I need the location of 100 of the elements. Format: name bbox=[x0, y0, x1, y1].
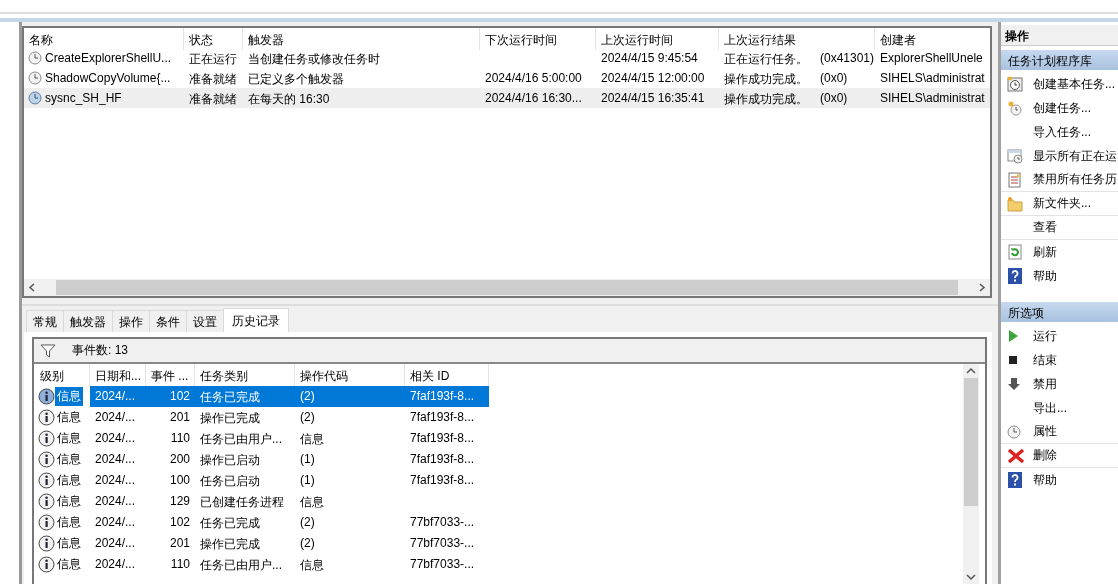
column-header[interactable]: 级别 bbox=[36, 364, 90, 386]
help-icon bbox=[1007, 268, 1023, 284]
action-link[interactable]: 查看 bbox=[1033, 219, 1057, 236]
action-link[interactable]: 创建基本任务... bbox=[1033, 75, 1115, 93]
action-link[interactable]: 帮助 bbox=[1033, 471, 1057, 489]
task-trigger: 已定义多个触发器 bbox=[248, 72, 344, 86]
related-id: 7faf193f-8... bbox=[410, 410, 475, 424]
info-icon bbox=[38, 451, 55, 468]
event-level[interactable]: 信息 bbox=[55, 408, 83, 427]
pane-title: 操作 bbox=[1001, 25, 1118, 46]
clock-icon bbox=[28, 91, 42, 105]
action-link[interactable]: 显示所有正在运 bbox=[1033, 147, 1117, 165]
related-id: 77bf7033-... bbox=[410, 557, 475, 571]
related-id: 77bf7033-... bbox=[410, 536, 475, 550]
event-level[interactable]: 信息 bbox=[55, 387, 83, 406]
last-run-time: 2024/4/15 12:00:00 bbox=[601, 71, 705, 85]
action-link[interactable]: 导出... bbox=[1033, 399, 1067, 417]
event-level[interactable]: 信息 bbox=[55, 429, 83, 448]
event-id: 102 bbox=[169, 389, 190, 403]
column-header[interactable]: 触发器 bbox=[243, 28, 480, 50]
info-icon bbox=[38, 556, 55, 573]
window-clock-icon bbox=[1007, 148, 1023, 164]
task-category: 任务已完成 bbox=[200, 390, 260, 404]
task-trigger: 当创建任务或修改任务时 bbox=[248, 52, 380, 66]
operation-code: (2) bbox=[300, 389, 315, 403]
tab[interactable]: 常规 bbox=[26, 310, 64, 332]
task-status: 准备就绪 bbox=[189, 72, 237, 86]
result-code: (0x41301) bbox=[820, 51, 875, 65]
task-author: ExplorerShellUnele bbox=[880, 51, 983, 65]
column-header[interactable]: 创建者 bbox=[875, 28, 990, 50]
event-date: 2024/... bbox=[95, 410, 136, 424]
task-name[interactable]: ShadowCopyVolume{... bbox=[45, 71, 171, 85]
action-link[interactable]: 禁用所有任务历 bbox=[1033, 171, 1117, 188]
column-header[interactable]: 上次运行结果 bbox=[719, 28, 875, 50]
event-id: 201 bbox=[169, 536, 190, 550]
tab[interactable]: 历史记录 bbox=[223, 308, 289, 332]
task-category: 操作已完成 bbox=[200, 411, 260, 425]
column-header[interactable]: 上次运行时间 bbox=[596, 28, 719, 50]
event-date: 2024/... bbox=[95, 494, 136, 508]
info-icon bbox=[38, 388, 55, 405]
action-link[interactable]: 新文件夹... bbox=[1033, 195, 1091, 212]
event-level[interactable]: 信息 bbox=[55, 555, 83, 574]
action-link[interactable]: 禁用 bbox=[1033, 375, 1057, 393]
info-icon bbox=[38, 409, 55, 426]
info-icon bbox=[38, 493, 55, 510]
action-link[interactable]: 帮助 bbox=[1033, 267, 1057, 285]
operation-code: (2) bbox=[300, 515, 315, 529]
column-header[interactable]: 状态 bbox=[184, 28, 243, 50]
last-run-result: 正在运行任务。 bbox=[724, 51, 808, 65]
related-id: 77bf7033-... bbox=[410, 515, 475, 529]
action-link[interactable]: 刷新 bbox=[1033, 243, 1057, 261]
action-link[interactable]: 运行 bbox=[1033, 327, 1057, 345]
horizontal-scrollbar[interactable] bbox=[24, 279, 990, 296]
event-level[interactable]: 信息 bbox=[55, 471, 83, 490]
task-status: 准备就绪 bbox=[189, 92, 237, 106]
section-header[interactable]: 任务计划程序库 bbox=[1001, 50, 1118, 70]
task-category: 任务已由用户... bbox=[200, 558, 282, 572]
operation-code: (2) bbox=[300, 536, 315, 550]
action-link[interactable]: 删除 bbox=[1033, 447, 1057, 464]
action-link[interactable]: 导入任务... bbox=[1033, 123, 1091, 141]
event-level[interactable]: 信息 bbox=[55, 534, 83, 553]
column-header[interactable]: 名称 bbox=[24, 28, 184, 50]
event-level[interactable]: 信息 bbox=[55, 492, 83, 511]
related-id: 7faf193f-8... bbox=[410, 473, 475, 487]
operation-code: (1) bbox=[300, 473, 315, 487]
calendar-clock-icon bbox=[1007, 76, 1023, 92]
event-id: 200 bbox=[169, 452, 190, 466]
event-date: 2024/... bbox=[95, 452, 136, 466]
operation-code: (1) bbox=[300, 452, 315, 466]
task-category: 任务已启动 bbox=[200, 474, 260, 488]
last-run-time: 2024/4/15 9:45:54 bbox=[601, 51, 698, 65]
event-level[interactable]: 信息 bbox=[55, 513, 83, 532]
event-level[interactable]: 信息 bbox=[55, 450, 83, 469]
task-category: 任务已由用户... bbox=[200, 432, 282, 446]
event-count: 事件数: 13 bbox=[72, 342, 128, 359]
event-id: 110 bbox=[170, 431, 190, 445]
clock-icon bbox=[28, 51, 42, 65]
section-header[interactable]: 所选项 bbox=[1001, 302, 1118, 322]
event-id: 110 bbox=[170, 557, 190, 571]
task-category: 任务已完成 bbox=[200, 516, 260, 530]
last-run-time: 2024/4/15 16:35:41 bbox=[601, 91, 705, 105]
task-author: SIHELS\administrat bbox=[880, 91, 985, 105]
result-code: (0x0) bbox=[820, 71, 848, 85]
event-id: 102 bbox=[169, 515, 190, 529]
event-date: 2024/... bbox=[95, 389, 136, 403]
related-id: 7faf193f-8... bbox=[410, 452, 475, 466]
operation-code: 信息 bbox=[300, 558, 324, 572]
action-link[interactable]: 结束 bbox=[1033, 351, 1057, 369]
last-run-result: 操作成功完成。 bbox=[724, 91, 808, 105]
action-link[interactable]: 创建任务... bbox=[1033, 99, 1091, 117]
vertical-scrollbar[interactable] bbox=[963, 364, 979, 584]
event-id: 201 bbox=[169, 410, 190, 424]
event-date: 2024/... bbox=[95, 515, 136, 529]
play-icon bbox=[1007, 329, 1019, 343]
column-header[interactable]: 下次运行时间 bbox=[480, 28, 596, 50]
operation-code: (2) bbox=[300, 410, 315, 424]
info-icon bbox=[38, 472, 55, 489]
event-date: 2024/... bbox=[95, 431, 136, 445]
task-name[interactable]: CreateExplorerShellU... bbox=[45, 51, 172, 65]
action-link[interactable]: 属性 bbox=[1033, 423, 1057, 440]
